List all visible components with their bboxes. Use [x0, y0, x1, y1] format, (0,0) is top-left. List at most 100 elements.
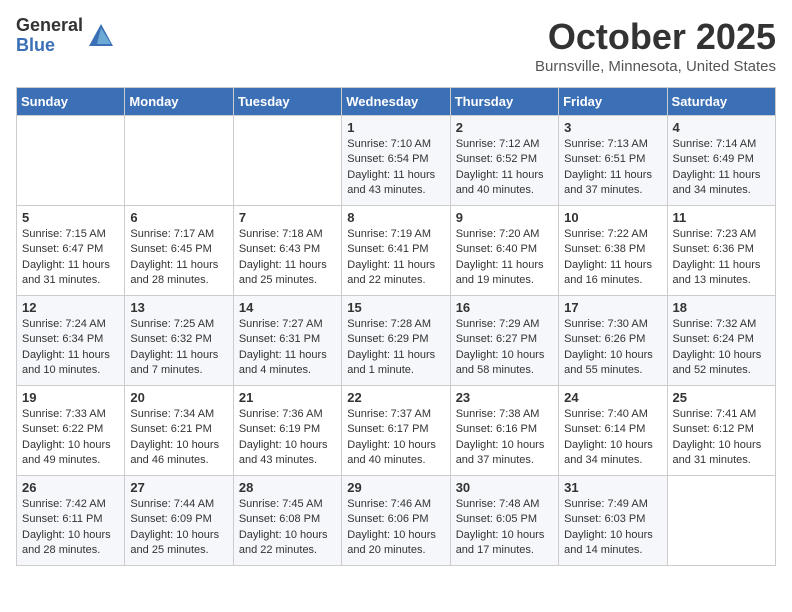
day-info: Sunrise: 7:18 AM Sunset: 6:43 PM Dayligh… [239, 227, 336, 289]
day-info: Sunrise: 7:22 AM Sunset: 6:38 PM Dayligh… [564, 227, 661, 289]
day-info: Sunrise: 7:48 AM Sunset: 6:05 PM Dayligh… [456, 497, 553, 559]
day-number: 22 [347, 390, 444, 405]
day-info: Sunrise: 7:19 AM Sunset: 6:41 PM Dayligh… [347, 227, 444, 289]
calendar-cell [667, 476, 775, 566]
day-info: Sunrise: 7:28 AM Sunset: 6:29 PM Dayligh… [347, 317, 444, 379]
calendar-cell: 17Sunrise: 7:30 AM Sunset: 6:26 PM Dayli… [559, 296, 667, 386]
weekday-header: Tuesday [233, 88, 341, 116]
day-info: Sunrise: 7:17 AM Sunset: 6:45 PM Dayligh… [130, 227, 227, 289]
calendar-cell: 30 Sunrise: 7:48 AM Sunset: 6:05 PM Dayli… [450, 476, 558, 566]
calendar-cell: 10 Sunrise: 7:22 AM Sunset: 6:38 PM Dayli… [559, 206, 667, 296]
calendar-table: SundayMondayTuesdayWednesdayThursdayFrid… [16, 87, 776, 566]
day-info: Sunrise: 7:13 AM Sunset: 6:51 PM Dayligh… [564, 137, 661, 199]
day-info: Sunrise: 7:46 AM Sunset: 6:06 PM Dayligh… [347, 497, 444, 559]
day-number: 7 [239, 210, 336, 225]
day-number: 30 [456, 480, 553, 495]
calendar-cell: 3 Sunrise: 7:13 AM Sunset: 6:51 PM Daylig… [559, 116, 667, 206]
day-info: Sunrise: 7:20 AM Sunset: 6:40 PM Dayligh… [456, 227, 553, 289]
day-number: 20 [130, 390, 227, 405]
calendar-cell: 15 Sunrise: 7:28 AM Sunset: 6:29 PM Dayli… [342, 296, 450, 386]
calendar-cell: 26Sunrise: 7:42 AM Sunset: 6:11 PM Dayli… [17, 476, 125, 566]
day-number: 25 [673, 390, 770, 405]
month-title: October 2025 [535, 16, 776, 58]
logo: General Blue [16, 16, 115, 56]
day-info: Sunrise: 7:41 AM Sunset: 6:12 PM Dayligh… [673, 407, 770, 469]
calendar-week-row: 5 Sunrise: 7:15 AM Sunset: 6:47 PM Daylig… [17, 206, 776, 296]
calendar-cell: 28Sunrise: 7:45 AM Sunset: 6:08 PM Dayli… [233, 476, 341, 566]
weekday-header-row: SundayMondayTuesdayWednesdayThursdayFrid… [17, 88, 776, 116]
day-info: Sunrise: 7:23 AM Sunset: 6:36 PM Dayligh… [673, 227, 770, 289]
day-number: 4 [673, 120, 770, 135]
day-number: 3 [564, 120, 661, 135]
calendar-cell: 23 Sunrise: 7:38 AM Sunset: 6:16 PM Dayli… [450, 386, 558, 476]
day-info: Sunrise: 7:40 AM Sunset: 6:14 PM Dayligh… [564, 407, 661, 469]
day-number: 1 [347, 120, 444, 135]
day-number: 10 [564, 210, 661, 225]
day-info: Sunrise: 7:15 AM Sunset: 6:47 PM Dayligh… [22, 227, 119, 289]
weekday-header: Sunday [17, 88, 125, 116]
calendar-cell [233, 116, 341, 206]
day-info: Sunrise: 7:37 AM Sunset: 6:17 PM Dayligh… [347, 407, 444, 469]
calendar-cell: 4 Sunrise: 7:14 AM Sunset: 6:49 PM Daylig… [667, 116, 775, 206]
day-info: Sunrise: 7:29 AM Sunset: 6:27 PM Dayligh… [456, 317, 553, 379]
day-number: 19 [22, 390, 119, 405]
page-header: General Blue October 2025 Burnsville, Mi… [16, 16, 776, 75]
calendar-cell [125, 116, 233, 206]
calendar-cell: 19 Sunrise: 7:33 AM Sunset: 6:22 PM Dayli… [17, 386, 125, 476]
day-number: 29 [347, 480, 444, 495]
day-number: 21 [239, 390, 336, 405]
day-info: Sunrise: 7:42 AM Sunset: 6:11 PM Dayligh… [22, 497, 119, 559]
day-info: Sunrise: 7:33 AM Sunset: 6:22 PM Dayligh… [22, 407, 119, 469]
day-number: 15 [347, 300, 444, 315]
day-number: 5 [22, 210, 119, 225]
day-number: 11 [673, 210, 770, 225]
day-number: 13 [130, 300, 227, 315]
day-info: Sunrise: 7:25 AM Sunset: 6:32 PM Dayligh… [130, 317, 227, 379]
calendar-cell: 13 Sunrise: 7:25 AM Sunset: 6:32 PM Dayli… [125, 296, 233, 386]
day-number: 27 [130, 480, 227, 495]
calendar-cell: 1Sunrise: 7:10 AM Sunset: 6:54 PM Daylig… [342, 116, 450, 206]
day-info: Sunrise: 7:32 AM Sunset: 6:24 PM Dayligh… [673, 317, 770, 379]
day-number: 16 [456, 300, 553, 315]
day-info: Sunrise: 7:38 AM Sunset: 6:16 PM Dayligh… [456, 407, 553, 469]
calendar-cell: 7 Sunrise: 7:18 AM Sunset: 6:43 PM Daylig… [233, 206, 341, 296]
calendar-week-row: 1Sunrise: 7:10 AM Sunset: 6:54 PM Daylig… [17, 116, 776, 206]
day-number: 12 [22, 300, 119, 315]
calendar-cell: 9 Sunrise: 7:20 AM Sunset: 6:40 PM Daylig… [450, 206, 558, 296]
calendar-cell [17, 116, 125, 206]
day-info: Sunrise: 7:12 AM Sunset: 6:52 PM Dayligh… [456, 137, 553, 199]
calendar-cell: 6 Sunrise: 7:17 AM Sunset: 6:45 PM Daylig… [125, 206, 233, 296]
day-number: 28 [239, 480, 336, 495]
calendar-week-row: 12 Sunrise: 7:24 AM Sunset: 6:34 PM Dayli… [17, 296, 776, 386]
calendar-cell: 24 Sunrise: 7:40 AM Sunset: 6:14 PM Dayli… [559, 386, 667, 476]
calendar-cell: 2 Sunrise: 7:12 AM Sunset: 6:52 PM Daylig… [450, 116, 558, 206]
day-info: Sunrise: 7:24 AM Sunset: 6:34 PM Dayligh… [22, 317, 119, 379]
day-number: 23 [456, 390, 553, 405]
day-number: 9 [456, 210, 553, 225]
day-number: 6 [130, 210, 227, 225]
weekday-header: Thursday [450, 88, 558, 116]
day-info: Sunrise: 7:44 AM Sunset: 6:09 PM Dayligh… [130, 497, 227, 559]
calendar-cell: 14Sunrise: 7:27 AM Sunset: 6:31 PM Dayli… [233, 296, 341, 386]
calendar-cell: 11 Sunrise: 7:23 AM Sunset: 6:36 PM Dayli… [667, 206, 775, 296]
weekday-header: Monday [125, 88, 233, 116]
calendar-cell: 8Sunrise: 7:19 AM Sunset: 6:41 PM Daylig… [342, 206, 450, 296]
logo-blue-text: Blue [16, 36, 83, 56]
calendar-cell: 5 Sunrise: 7:15 AM Sunset: 6:47 PM Daylig… [17, 206, 125, 296]
calendar-cell: 16 Sunrise: 7:29 AM Sunset: 6:27 PM Dayli… [450, 296, 558, 386]
calendar-cell: 18Sunrise: 7:32 AM Sunset: 6:24 PM Dayli… [667, 296, 775, 386]
calendar-cell: 22 Sunrise: 7:37 AM Sunset: 6:17 PM Dayli… [342, 386, 450, 476]
logo-icon [87, 22, 115, 50]
calendar-cell: 12 Sunrise: 7:24 AM Sunset: 6:34 PM Dayli… [17, 296, 125, 386]
calendar-cell: 27 Sunrise: 7:44 AM Sunset: 6:09 PM Dayli… [125, 476, 233, 566]
day-info: Sunrise: 7:14 AM Sunset: 6:49 PM Dayligh… [673, 137, 770, 199]
calendar-cell: 21Sunrise: 7:36 AM Sunset: 6:19 PM Dayli… [233, 386, 341, 476]
calendar-week-row: 26Sunrise: 7:42 AM Sunset: 6:11 PM Dayli… [17, 476, 776, 566]
day-number: 14 [239, 300, 336, 315]
day-number: 24 [564, 390, 661, 405]
calendar-cell: 29 Sunrise: 7:46 AM Sunset: 6:06 PM Dayli… [342, 476, 450, 566]
day-number: 2 [456, 120, 553, 135]
location-text: Burnsville, Minnesota, United States [535, 58, 776, 75]
day-info: Sunrise: 7:49 AM Sunset: 6:03 PM Dayligh… [564, 497, 661, 559]
day-info: Sunrise: 7:34 AM Sunset: 6:21 PM Dayligh… [130, 407, 227, 469]
